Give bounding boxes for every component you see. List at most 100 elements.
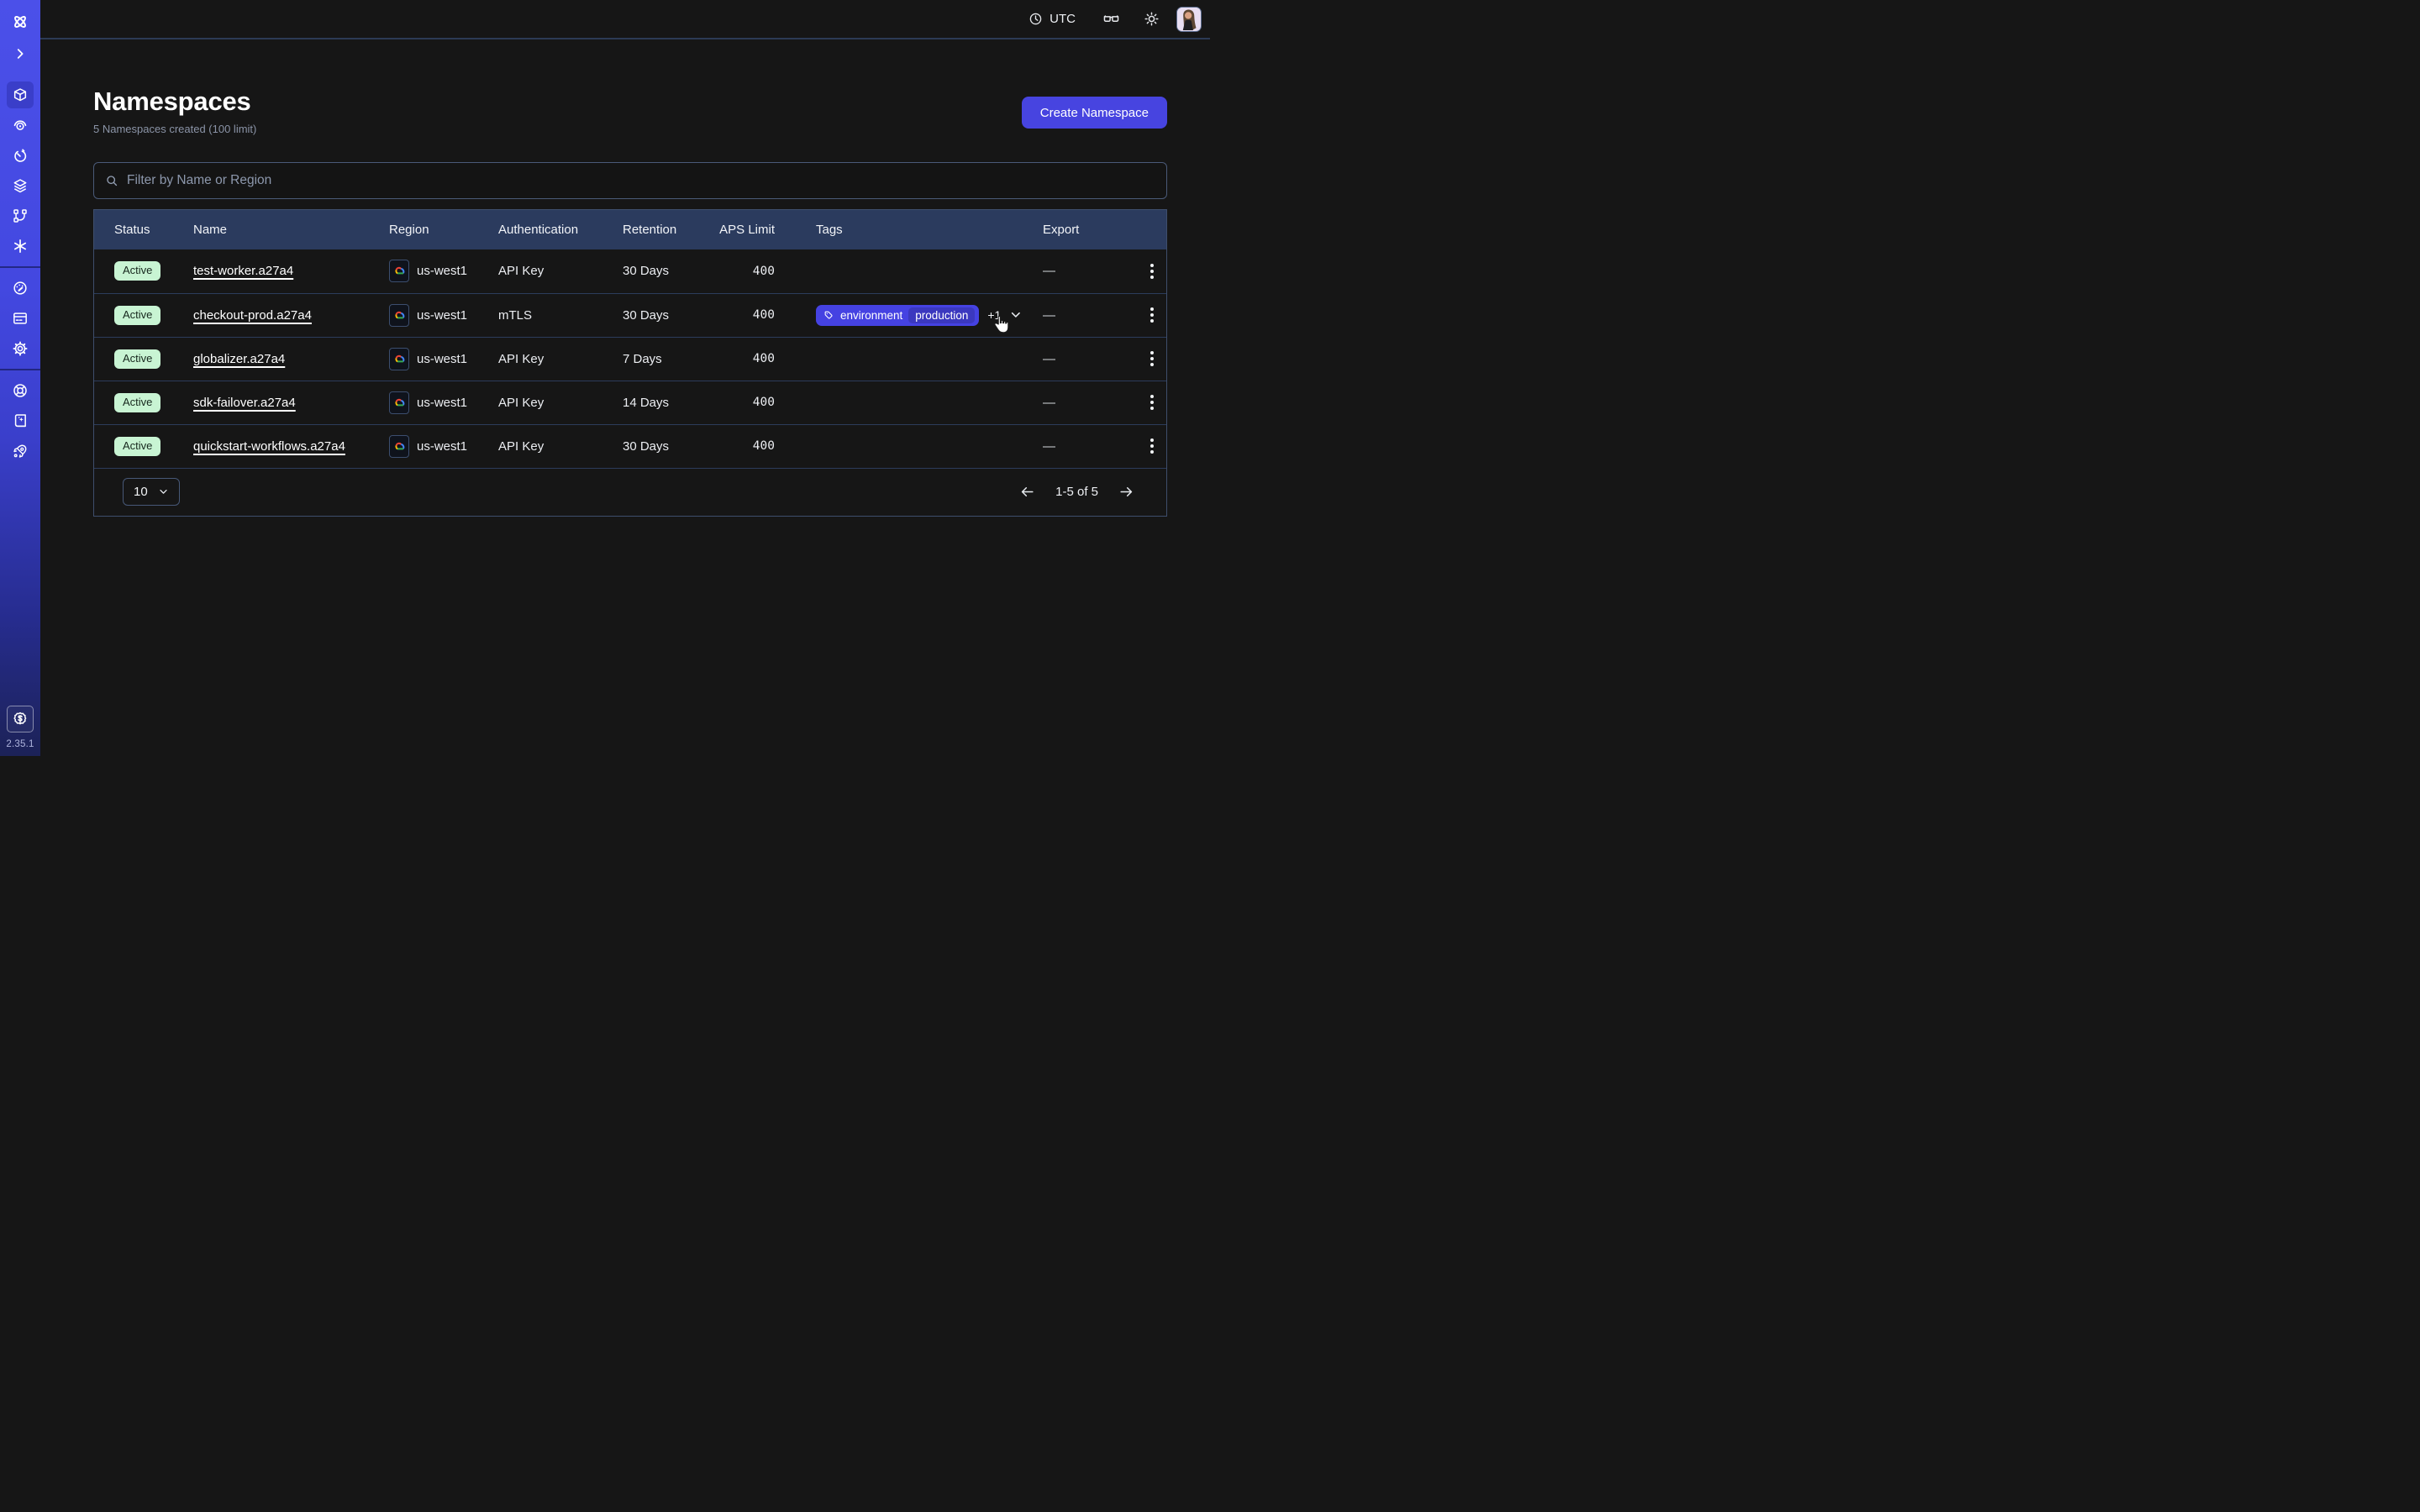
- region-label: us-west1: [417, 352, 467, 366]
- row-actions-menu-button[interactable]: [1145, 259, 1159, 284]
- column-header-tags: Tags: [796, 223, 1023, 237]
- timezone-selector[interactable]: UTC: [1028, 12, 1076, 26]
- auth-cell: mTLS: [478, 308, 602, 323]
- sidebar-footer: 2.35.1: [6, 706, 34, 756]
- cube-icon: [12, 87, 29, 103]
- user-avatar[interactable]: [1176, 7, 1202, 32]
- aps-limit-cell: 400: [708, 396, 796, 409]
- create-namespace-button[interactable]: Create Namespace: [1022, 97, 1167, 129]
- glasses-icon: [1102, 10, 1120, 28]
- pricing-button[interactable]: [7, 706, 34, 732]
- retention-cell: 30 Days: [602, 439, 708, 454]
- sidebar: 2.35.1: [0, 0, 40, 756]
- region-label: us-west1: [417, 264, 467, 278]
- money-badge-icon: [12, 711, 29, 727]
- region-label: us-west1: [417, 396, 467, 410]
- card-icon: [12, 310, 29, 327]
- labs-toggle[interactable]: [1102, 10, 1120, 28]
- table-body: Active test-worker.a27a4 us-west1 API Ke…: [94, 249, 1166, 468]
- pagination: 1-5 of 5: [1019, 484, 1134, 500]
- namespace-link[interactable]: globalizer.a27a4: [193, 352, 285, 366]
- tag-pill[interactable]: environmentproduction: [816, 305, 979, 326]
- export-cell: —: [1043, 396, 1055, 410]
- page-size-select[interactable]: 10: [123, 478, 180, 506]
- timer-icon: [12, 147, 29, 164]
- gcp-region-icon: [389, 435, 409, 458]
- sidebar-logo[interactable]: [0, 12, 40, 32]
- table-header-row: Status Name Region Authentication Retent…: [94, 210, 1166, 249]
- topbar: UTC: [40, 0, 1210, 39]
- auth-cell: API Key: [478, 352, 602, 366]
- sidebar-item-monitor[interactable]: [0, 110, 40, 140]
- sidebar-item-schedules[interactable]: [0, 140, 40, 171]
- column-header-retention: Retention: [602, 223, 708, 237]
- tags-expand-chevron[interactable]: [1009, 308, 1023, 322]
- namespace-link[interactable]: test-worker.a27a4: [193, 264, 293, 278]
- gauge-icon: [12, 280, 29, 297]
- sidebar-item-support[interactable]: [0, 375, 40, 406]
- status-badge: Active: [114, 349, 160, 369]
- row-actions-menu-button[interactable]: [1145, 433, 1159, 459]
- retention-cell: 30 Days: [602, 308, 708, 323]
- chevron-down-icon: [158, 486, 169, 497]
- namespace-link[interactable]: quickstart-workflows.a27a4: [193, 439, 345, 454]
- book-sparkle-icon: [12, 412, 29, 429]
- status-badge: Active: [114, 306, 160, 325]
- export-cell: —: [1043, 439, 1055, 454]
- previous-page-button[interactable]: [1019, 484, 1035, 500]
- sidebar-item-workflows[interactable]: [0, 201, 40, 231]
- column-header-status: Status: [94, 223, 173, 237]
- table-footer: 10 1-5 of 5: [94, 468, 1166, 516]
- lifebuoy-icon: [12, 382, 29, 399]
- sun-icon: [1144, 11, 1160, 27]
- sidebar-item-usage[interactable]: [0, 273, 40, 303]
- timezone-label: UTC: [1050, 12, 1076, 26]
- aps-limit-cell: 400: [708, 352, 796, 365]
- table-row: Active globalizer.a27a4 us-west1 API Key…: [94, 337, 1166, 381]
- gcp-region-icon: [389, 260, 409, 282]
- asterisk-icon: [12, 238, 29, 255]
- aps-limit-cell: 400: [708, 265, 796, 278]
- aps-limit-cell: 400: [708, 439, 796, 453]
- table-row: Active test-worker.a27a4 us-west1 API Ke…: [94, 249, 1166, 293]
- filter-bar[interactable]: [93, 162, 1167, 199]
- column-header-region: Region: [369, 223, 478, 237]
- sidebar-item-settings[interactable]: [0, 333, 40, 364]
- theme-toggle[interactable]: [1144, 11, 1160, 27]
- pagination-range: 1-5 of 5: [1055, 485, 1098, 499]
- sidebar-expand-button[interactable]: [0, 44, 40, 64]
- namespaces-table: Status Name Region Authentication Retent…: [93, 209, 1167, 517]
- namespace-link[interactable]: sdk-failover.a27a4: [193, 396, 296, 410]
- filter-input[interactable]: [127, 173, 1155, 188]
- sidebar-nav: [0, 80, 40, 466]
- sidebar-item-getting-started[interactable]: [0, 436, 40, 466]
- gcp-region-icon: [389, 304, 409, 327]
- page-title: Namespaces: [93, 87, 256, 117]
- region-label: us-west1: [417, 439, 467, 454]
- tag-icon: [823, 310, 834, 321]
- sidebar-item-namespaces[interactable]: [0, 80, 40, 110]
- retention-cell: 14 Days: [602, 396, 708, 410]
- sidebar-item-nexus[interactable]: [0, 231, 40, 261]
- row-actions-menu-button[interactable]: [1145, 346, 1159, 371]
- chevron-right-icon: [13, 46, 28, 61]
- namespace-link[interactable]: checkout-prod.a27a4: [193, 308, 312, 323]
- export-cell: —: [1043, 352, 1055, 366]
- aps-limit-cell: 400: [708, 308, 796, 322]
- table-row: Active quickstart-workflows.a27a4 us-wes…: [94, 424, 1166, 468]
- tag-key: environment: [840, 309, 902, 322]
- gear-icon: [12, 340, 29, 357]
- eye-orbit-icon: [12, 117, 29, 134]
- row-actions-menu-button[interactable]: [1145, 302, 1159, 328]
- next-page-button[interactable]: [1118, 484, 1134, 500]
- row-actions-menu-button[interactable]: [1145, 390, 1159, 415]
- auth-cell: API Key: [478, 264, 602, 278]
- sidebar-item-docs[interactable]: [0, 406, 40, 436]
- sidebar-item-billing[interactable]: [0, 303, 40, 333]
- sidebar-item-deployments[interactable]: [0, 171, 40, 201]
- auth-cell: API Key: [478, 439, 602, 454]
- status-badge: Active: [114, 261, 160, 281]
- gcp-region-icon: [389, 391, 409, 414]
- temporal-logo-icon: [11, 13, 29, 31]
- gcp-region-icon: [389, 348, 409, 370]
